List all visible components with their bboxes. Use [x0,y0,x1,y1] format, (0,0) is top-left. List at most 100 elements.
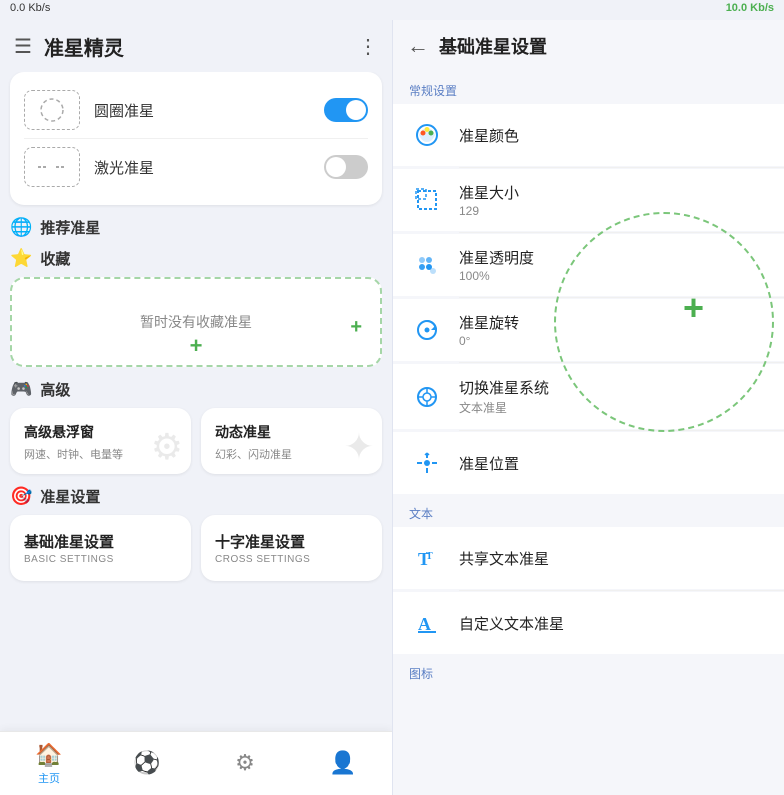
right-panel: ← 基础准星设置 常规设置 [392,20,784,795]
circle-crosshair-preview [24,90,80,130]
transparency-row[interactable]: 准星透明度 100% [393,234,784,296]
transparency-row-sub: 100% [459,269,768,283]
crosshair-toggle-card: 圆圈准星 激光准星 [10,72,382,205]
switch-system-row-icon [409,379,445,415]
menu-icon[interactable]: ☰ [14,34,32,59]
advanced-section-header: 🎮 高级 [10,379,382,400]
more-options-icon[interactable]: ⋮ [358,34,378,59]
crosshair-settings-icon: 🎯 [10,486,32,507]
color-row-icon [409,117,445,153]
position-row-icon [409,445,445,481]
favorites-icon: ⭐ [10,248,32,269]
position-row-title: 准星位置 [459,453,768,474]
cross-settings-card[interactable]: 十字准星设置 CROSS SETTINGS [201,515,382,581]
switch-system-row-text: 切换准星系统 文本准星 [459,377,768,416]
divider-5 [459,430,784,431]
profile-icon: 👤 [329,750,356,776]
rotate-row-sub: 0° [459,334,768,348]
shared-text-row-text: 共享文本准星 [459,548,768,569]
general-section-label: 常规设置 [393,72,784,103]
advanced-float-card[interactable]: 高级悬浮窗 网速、时钟、电量等 ⚙ [10,408,191,474]
custom-text-row-icon: A [409,605,445,641]
position-row[interactable]: 准星位置 [393,432,784,494]
left-panel-title: 准星精灵 [44,32,358,61]
color-row-text: 准星颜色 [459,125,768,146]
custom-text-row[interactable]: A 自定义文本准星 [393,592,784,654]
settings-cards-row: 基础准星设置 BASIC SETTINGS 十字准星设置 CROSS SETTI… [10,515,382,581]
basic-settings-subtitle: BASIC SETTINGS [24,554,177,565]
recommended-icon: 🌐 [10,217,32,238]
bottom-nav: 🏠 主页 ⚽ ⚙ 👤 [0,731,392,795]
rotate-row[interactable]: 准星旋转 0° [393,299,784,361]
left-panel: ☰ 准星精灵 ⋮ 圆圈准星 [0,20,392,795]
dynamic-crosshair-bg-icon: ✦ [344,426,374,468]
back-button[interactable]: ← [407,33,429,59]
transparency-row-icon [409,247,445,283]
basic-settings-card[interactable]: 基础准星设置 BASIC SETTINGS [10,515,191,581]
size-row-icon [409,182,445,218]
nav-ball[interactable]: ⚽ [98,750,196,778]
shared-text-row-icon: T T [409,540,445,576]
crosshair-settings-section-header: 🎯 准星设置 [10,486,382,507]
divider-4 [459,362,784,363]
circle-crosshair-item: 圆圈准星 [24,82,368,138]
cross-settings-title: 十字准星设置 [215,531,368,552]
crosshair-settings-label: 准星设置 [40,486,100,507]
rotate-row-icon [409,312,445,348]
favorites-empty-card: 暂时没有收藏准星 + + [10,277,382,367]
left-speed: 0.0 Kb/s [10,2,50,18]
right-speed: 10.0 Kb/s [726,2,774,18]
favorites-label: 收藏 [40,248,70,269]
laser-crosshair-preview [24,147,80,187]
left-header: ☰ 准星精灵 ⋮ [0,20,392,72]
color-row[interactable]: 准星颜色 [393,104,784,166]
nav-home[interactable]: 🏠 主页 [0,742,98,786]
favorites-section-header: ⭐ 收藏 [10,248,382,269]
divider-2 [459,232,784,233]
size-row-sub: 129 [459,204,768,218]
dynamic-crosshair-card[interactable]: 动态准星 幻彩、闪动准星 ✦ [201,408,382,474]
right-header: ← 基础准星设置 [393,20,784,72]
divider-1 [459,167,784,168]
transparency-row-text: 准星透明度 100% [459,247,768,283]
advanced-icon: 🎮 [10,379,32,400]
green-cross-bottom: + [190,335,203,357]
custom-text-row-text: 自定义文本准星 [459,613,768,634]
right-panel-title: 基础准星设置 [439,33,547,59]
transparency-row-title: 准星透明度 [459,247,768,268]
size-row-text: 准星大小 129 [459,182,768,218]
circle-crosshair-label: 圆圈准星 [94,100,324,121]
advanced-float-bg-icon: ⚙ [151,426,183,468]
custom-text-row-title: 自定义文本准星 [459,613,768,634]
ball-icon: ⚽ [133,750,160,776]
status-bar: 0.0 Kb/s 10.0 Kb/s [0,0,784,20]
nav-profile[interactable]: 👤 [294,750,392,778]
home-icon: 🏠 [35,742,62,768]
green-cross-right: + [350,317,362,337]
rotate-row-title: 准星旋转 [459,312,768,333]
text-section-label: 文本 [393,495,784,526]
svg-text:T: T [426,551,433,562]
switch-system-row-title: 切换准星系统 [459,377,768,398]
basic-settings-title: 基础准星设置 [24,531,177,552]
switch-system-row[interactable]: 切换准星系统 文本准星 [393,364,784,429]
icon-section-label: 图标 [393,655,784,686]
position-row-text: 准星位置 [459,453,768,474]
advanced-label: 高级 [40,379,70,400]
laser-crosshair-label: 激光准星 [94,157,324,178]
size-row[interactable]: 准星大小 129 [393,169,784,231]
rotate-row-text: 准星旋转 0° [459,312,768,348]
favorites-empty-text: 暂时没有收藏准星 [140,312,252,332]
recommended-section-header: 🌐 推荐准星 [10,217,382,238]
nav-settings[interactable]: ⚙ [196,750,294,778]
settings-nav-icon: ⚙ [235,750,255,776]
left-content: 圆圈准星 激光准星 🌐 推荐准 [0,72,392,731]
color-row-title: 准星颜色 [459,125,768,146]
app-container: ☰ 准星精灵 ⋮ 圆圈准星 [0,20,784,795]
laser-crosshair-toggle[interactable] [324,155,368,179]
laser-crosshair-item: 激光准星 [24,138,368,195]
circle-crosshair-toggle[interactable] [324,98,368,122]
advanced-feature-cards: 高级悬浮窗 网速、时钟、电量等 ⚙ 动态准星 幻彩、闪动准星 ✦ [10,408,382,474]
shared-text-row-title: 共享文本准星 [459,548,768,569]
shared-text-row[interactable]: T T 共享文本准星 [393,527,784,589]
